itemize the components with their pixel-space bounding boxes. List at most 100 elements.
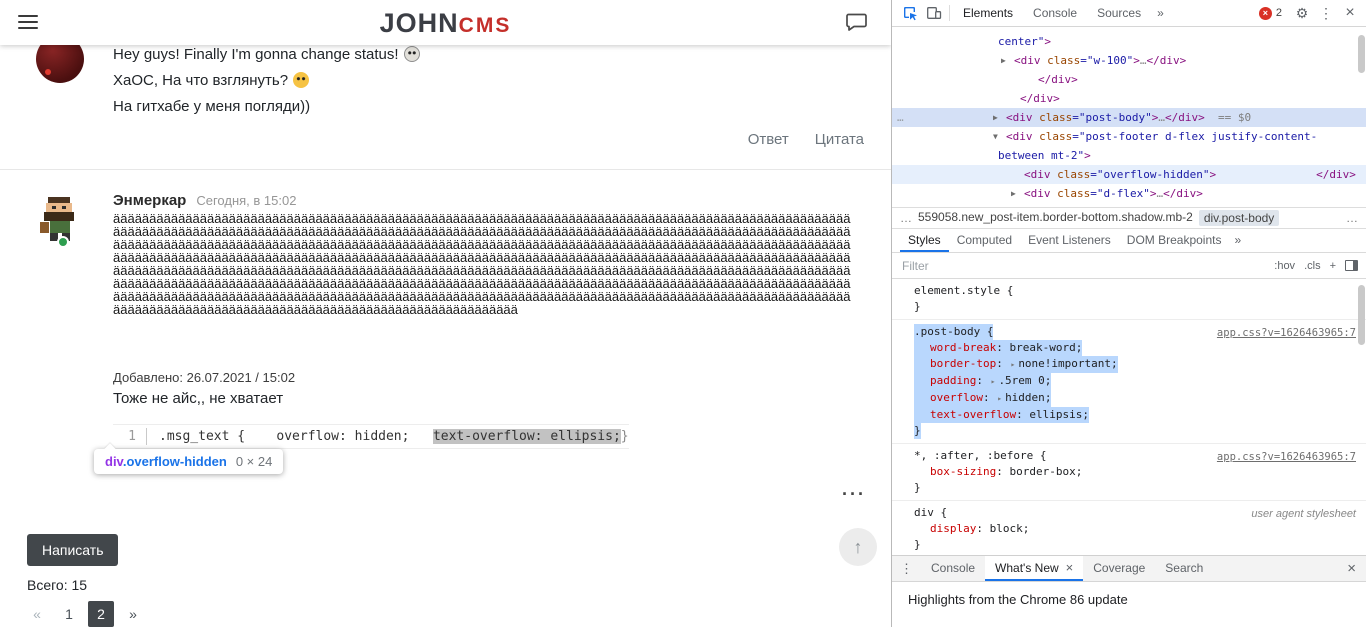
- scroll-to-top-button[interactable]: ↑: [839, 528, 877, 566]
- toolbar-separator: [949, 5, 950, 21]
- expand-value-icon[interactable]: ▸: [1010, 360, 1015, 369]
- settings-gear-icon[interactable]: ⚙: [1290, 1, 1314, 25]
- twisty-icon[interactable]: ▶: [993, 108, 998, 127]
- css-property[interactable]: border-top: ▸none!important;: [914, 356, 1118, 373]
- page-button-2[interactable]: 2: [88, 601, 114, 627]
- css-selector-line[interactable]: element.style {: [914, 283, 1366, 299]
- drawer-tab-search[interactable]: Search: [1155, 556, 1213, 581]
- site-logo[interactable]: JOHNCMS: [0, 8, 891, 39]
- drawer-header: ⋮ ConsoleWhat's New×CoverageSearch ×: [892, 556, 1366, 582]
- error-count-badge[interactable]: × 2: [1259, 7, 1282, 20]
- styles-tab-styles[interactable]: Styles: [900, 229, 949, 252]
- devtools-tabs: ElementsConsoleSources»: [953, 0, 1170, 27]
- close-tab-icon[interactable]: ×: [1066, 560, 1074, 575]
- write-button[interactable]: Написать: [27, 534, 118, 566]
- drawer-menu-icon[interactable]: ⋮: [892, 556, 921, 581]
- stylesheet-link[interactable]: app.css?v=1626463965:7: [1217, 449, 1356, 465]
- post-date: Сегодня, в 15:02: [196, 193, 296, 208]
- tab-sources[interactable]: Sources: [1087, 0, 1151, 27]
- breadcrumb-overflow-right[interactable]: …: [1346, 211, 1358, 225]
- code-line-number: 1: [113, 428, 147, 445]
- css-rule: app.css?v=1626463965:7*, :after, :before…: [892, 444, 1366, 501]
- post-comment: Тоже не айс,, не хватает: [113, 390, 283, 407]
- expand-value-icon[interactable]: ▸: [997, 394, 1002, 403]
- css-property[interactable]: display: block;: [914, 521, 1366, 537]
- breadcrumb-overflow-left[interactable]: …: [900, 211, 912, 225]
- logo-secondary: CMS: [459, 14, 512, 37]
- dom-tree-line[interactable]: </div>: [892, 89, 1366, 108]
- garbled-text: ääääääääääääääääääääääääääääääääääääääää…: [113, 212, 855, 316]
- twisty-icon[interactable]: ▶: [1011, 184, 1016, 203]
- messages-icon[interactable]: [844, 10, 869, 39]
- app-window: Hey guys! Finally I'm gonna change statu…: [0, 0, 1366, 627]
- dom-tree-line[interactable]: ▶<div class="w-100">…</div>: [892, 51, 1366, 70]
- styles-tab-dom-breakpoints[interactable]: DOM Breakpoints: [1119, 229, 1230, 252]
- page-button-1[interactable]: 1: [56, 601, 82, 627]
- breadcrumb-item[interactable]: div.post-body: [1199, 210, 1279, 226]
- pagination: «12»: [24, 601, 146, 627]
- filter-control-hov[interactable]: :hov: [1274, 260, 1295, 272]
- code-block: 1 .msg_text { overflow: hidden; text-ove…: [113, 424, 629, 449]
- inspect-element-icon[interactable]: [898, 1, 922, 25]
- tab-console[interactable]: Console: [1023, 0, 1087, 27]
- styles-tab--[interactable]: »: [1229, 229, 1246, 252]
- styles-tab-computed[interactable]: Computed: [949, 229, 1020, 252]
- tab-elements[interactable]: Elements: [953, 0, 1023, 27]
- toggle-sidebar-icon[interactable]: [1345, 260, 1358, 271]
- dom-tree-line[interactable]: center">: [892, 32, 1366, 51]
- drawer-tab-what-s-new[interactable]: What's New×: [985, 556, 1083, 581]
- action-link[interactable]: Ответ: [748, 131, 789, 148]
- message-line: На гитхабе у меня погляди)): [113, 94, 420, 120]
- message-line: ХаОС, На что взглянуть?: [113, 68, 420, 94]
- tab--[interactable]: »: [1151, 0, 1170, 27]
- post2-header: Энмеркар Сегодня, в 15:02: [113, 192, 296, 209]
- dom-tree-line[interactable]: ▶<div class="d-flex">…</div>: [892, 184, 1366, 203]
- devtools-menu-icon[interactable]: ⋮: [1314, 1, 1338, 25]
- css-property[interactable]: box-sizing: border-box;: [914, 464, 1366, 480]
- twisty-icon[interactable]: ▶: [1001, 51, 1006, 70]
- css-property[interactable]: text-overflow: ellipsis;: [914, 407, 1089, 423]
- drawer-tab-coverage[interactable]: Coverage: [1083, 556, 1155, 581]
- tooltip-class: .overflow-hidden: [123, 454, 227, 469]
- css-property[interactable]: overflow: ▸hidden;: [914, 390, 1051, 407]
- up-arrow-icon: ↑: [854, 537, 863, 558]
- page-button-«[interactable]: «: [24, 601, 50, 627]
- stylesheet-origin-note: user agent stylesheet: [1251, 506, 1356, 522]
- page-button-»[interactable]: »: [120, 601, 146, 627]
- action-link[interactable]: Цитата: [815, 131, 864, 148]
- breadcrumb-items: 559058.new_post-item.border-bottom.shado…: [918, 210, 1279, 226]
- error-icon: ×: [1259, 7, 1272, 20]
- styles-filter-bar: Filter :hov .cls +: [892, 253, 1366, 279]
- expand-value-icon[interactable]: ▸: [991, 377, 996, 386]
- styles-rules: element.style {}app.css?v=1626463965:7.p…: [892, 279, 1366, 555]
- stylesheet-link[interactable]: app.css?v=1626463965:7: [1217, 325, 1356, 341]
- site-header: JOHNCMS: [0, 0, 891, 45]
- filter-control-[interactable]: +: [1330, 260, 1336, 272]
- filter-input[interactable]: Filter: [902, 259, 929, 273]
- dom-tree-line[interactable]: ▼<div class="post-footer d-flex justify-…: [892, 127, 1366, 146]
- post-author[interactable]: Энмеркар: [113, 192, 186, 209]
- inspect-tooltip: div.overflow-hidden 0 × 24: [94, 449, 283, 474]
- drawer-tab-console[interactable]: Console: [921, 556, 985, 581]
- styles-tab-event-listeners[interactable]: Event Listeners: [1020, 229, 1119, 252]
- post-more-button[interactable]: ···: [842, 484, 866, 505]
- drawer-close-icon[interactable]: ×: [1337, 556, 1366, 581]
- dom-tree-line[interactable]: …▶<div class="post-body">…</div> == $0: [892, 108, 1366, 127]
- breadcrumb-item[interactable]: 559058.new_post-item.border-bottom.shado…: [918, 210, 1193, 226]
- twisty-icon[interactable]: ▼: [993, 127, 998, 146]
- dom-tree-line[interactable]: between mt-2">: [892, 146, 1366, 165]
- overflow-ellipsis: …: [897, 108, 904, 127]
- drawer-content: Highlights from the Chrome 86 update: [892, 582, 1366, 627]
- filter-control-cls[interactable]: .cls: [1304, 260, 1321, 272]
- dom-tree-line[interactable]: </div>: [892, 70, 1366, 89]
- css-property[interactable]: word-break: break-word;: [914, 340, 1082, 356]
- device-toolbar-icon[interactable]: [922, 1, 946, 25]
- devtools-close-icon[interactable]: ×: [1338, 1, 1362, 25]
- css-property[interactable]: padding: ▸.5rem 0;: [914, 373, 1051, 390]
- post1-messages: Hey guys! Finally I'm gonna change statu…: [113, 42, 420, 120]
- filter-controls: :hov .cls +: [1274, 260, 1336, 272]
- styles-tabs: StylesComputedEvent ListenersDOM Breakpo…: [892, 229, 1366, 253]
- dom-tree-line[interactable]: <div class="overflow-hidden"></div>: [892, 165, 1366, 184]
- scrollbar-thumb[interactable]: [1358, 285, 1365, 345]
- css-selector-line[interactable]: .post-body {: [914, 324, 993, 340]
